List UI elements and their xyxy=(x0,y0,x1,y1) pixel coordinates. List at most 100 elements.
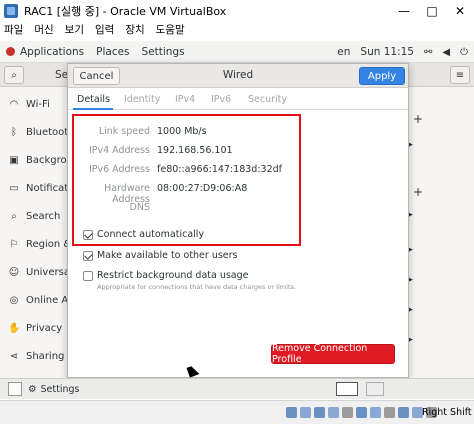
tab-ipv6[interactable]: IPv6 xyxy=(211,94,231,105)
settings-content-right xyxy=(404,88,474,378)
hamburger-icon: ≡ xyxy=(455,69,465,81)
host-menu-bar: 파일 머신 보기 입력 장치 도움말 xyxy=(0,21,474,38)
add-connection-button[interactable]: + xyxy=(413,185,423,199)
sidebar-item-label: Notifications xyxy=(26,182,68,194)
menu-help[interactable]: 도움말 xyxy=(156,22,185,37)
clock[interactable]: Sun 11:15 xyxy=(360,46,414,58)
volume-icon[interactable]: ◀ xyxy=(442,47,450,58)
tab-security[interactable]: Security xyxy=(248,94,287,105)
sidebar-item-universal-access[interactable]: ☺ Universal Access xyxy=(0,258,68,286)
checkbox-checked[interactable] xyxy=(83,230,93,240)
sidebar-item-region-language[interactable]: ⚐ Region & Language xyxy=(0,230,68,258)
detail-label: DNS xyxy=(129,202,150,213)
detail-value: 1000 Mb/s xyxy=(157,126,207,137)
sidebar-item-wifi[interactable]: ◠ Wi-Fi xyxy=(0,90,68,118)
menu-view[interactable]: 보기 xyxy=(65,22,84,37)
workspace-1[interactable] xyxy=(336,382,358,396)
sidebar-item-label: Bluetooth xyxy=(26,126,68,138)
sidebar-item-privacy[interactable]: ✋ Privacy xyxy=(0,314,68,342)
tab-details[interactable]: Details xyxy=(77,94,110,105)
shared-folders-icon[interactable] xyxy=(356,407,367,418)
network-icon[interactable]: ⚯ xyxy=(424,47,432,58)
settings-menu-button[interactable]: ≡ xyxy=(450,66,470,84)
dialog-tabs: Details Identity IPv4 IPv6 Security xyxy=(68,88,408,110)
power-icon[interactable]: ⏻ xyxy=(460,47,468,58)
show-desktop-button[interactable] xyxy=(8,382,22,396)
minimize-button[interactable]: — xyxy=(390,0,418,21)
sidebar-item-background[interactable]: ▣ Background xyxy=(0,146,68,174)
wired-dialog: Cancel Wired Apply Details Identity IPv4… xyxy=(67,63,409,378)
notifications-icon: ▭ xyxy=(9,182,19,194)
restrict-background-data-checkbox[interactable]: Restrict background data usage Appropria… xyxy=(83,270,296,291)
host-key-label: Right Shift xyxy=(422,407,472,418)
sidebar-item-online-accounts[interactable]: ◎ Online Accounts xyxy=(0,286,68,314)
detail-value: fe80::a966:147:183d:32df xyxy=(157,164,282,175)
taskbar-item-settings[interactable]: ⚙ Settings xyxy=(28,382,80,397)
remove-connection-profile-button[interactable]: Remove Connection Profile xyxy=(271,343,395,365)
sidebar-item-notifications[interactable]: ▭ Notifications xyxy=(0,174,68,202)
checkbox-checked[interactable] xyxy=(83,251,93,261)
search-icon: ⌕ xyxy=(11,69,17,81)
detail-label: IPv4 Address xyxy=(88,145,150,156)
display-icon[interactable] xyxy=(370,407,381,418)
workspace-2[interactable] xyxy=(366,382,384,396)
wifi-icon: ◠ xyxy=(9,98,19,110)
universal-access-icon: ☺ xyxy=(8,266,20,278)
optical-drive-icon[interactable] xyxy=(300,407,311,418)
menu-file[interactable]: 파일 xyxy=(4,22,23,37)
region-icon: ⚐ xyxy=(9,238,19,250)
sidebar-item-label: Wi-Fi xyxy=(26,98,50,110)
connect-automatically-checkbox[interactable]: Connect automatically xyxy=(83,229,204,240)
sidebar-item-bluetooth[interactable]: ᛒ Bluetooth xyxy=(0,118,68,146)
sidebar-item-label: Region & Language xyxy=(26,238,68,250)
sidebar-item-search[interactable]: ⌕ Search xyxy=(0,202,68,230)
gnome-bottom-bar: ⚙ Settings xyxy=(0,378,474,399)
sharing-icon: ⋖ xyxy=(9,350,19,362)
gnome-top-bar: Applications Places Settings en Sun 11:1… xyxy=(0,41,474,63)
recording-icon[interactable] xyxy=(384,407,395,418)
online-accounts-icon: ◎ xyxy=(9,294,19,306)
menu-devices[interactable]: 장치 xyxy=(125,22,144,37)
host-title-bar: RAC1 [실행 중] - Oracle VM VirtualBox — □ ✕ xyxy=(0,0,474,21)
status-icons xyxy=(286,407,437,418)
sidebar-item-label: Background xyxy=(26,154,68,166)
detail-label: Link speed xyxy=(98,126,150,137)
tab-identity[interactable]: Identity xyxy=(124,94,160,105)
menu-input[interactable]: 입력 xyxy=(95,22,114,37)
settings-search-button[interactable]: ⌕ xyxy=(4,66,24,84)
cpu-icon[interactable] xyxy=(398,407,409,418)
hard-disk-icon[interactable] xyxy=(286,407,297,418)
available-to-other-users-checkbox[interactable]: Make available to other users xyxy=(83,250,238,261)
privacy-icon: ✋ xyxy=(8,322,21,334)
window-controls: — □ ✕ xyxy=(390,0,474,21)
checkbox-label: Make available to other users xyxy=(97,250,238,261)
settings-menu[interactable]: Settings xyxy=(142,46,185,58)
network-adapter-icon[interactable] xyxy=(328,407,339,418)
detail-label: IPv6 Address xyxy=(88,164,150,175)
checkbox-label: Connect automatically xyxy=(97,229,205,240)
usb-icon[interactable] xyxy=(342,407,353,418)
applications-label: Applications xyxy=(20,45,85,58)
sidebar-item-label: Sharing xyxy=(26,350,65,362)
sidebar-item-sharing[interactable]: ⋖ Sharing xyxy=(0,342,68,370)
apply-button[interactable]: Apply xyxy=(359,67,405,85)
close-button[interactable]: ✕ xyxy=(446,0,474,21)
menu-machine[interactable]: 머신 xyxy=(34,22,53,37)
sidebar-item-label: Online Accounts xyxy=(26,294,68,306)
host-status-bar: Right Shift xyxy=(0,400,474,424)
taskbar-item-label: Settings xyxy=(40,384,80,395)
tab-ipv4[interactable]: IPv4 xyxy=(175,94,195,105)
settings-icon: ⚙ xyxy=(28,384,37,395)
applications-menu[interactable]: Applications xyxy=(6,46,84,58)
add-connection-button[interactable]: + xyxy=(413,112,423,126)
checkbox-unchecked[interactable] xyxy=(83,271,93,281)
background-icon: ▣ xyxy=(9,154,19,166)
dialog-header: Cancel Wired Apply xyxy=(68,64,408,88)
checkbox-hint: Appropriate for connections that have da… xyxy=(97,283,296,291)
places-menu[interactable]: Places xyxy=(96,46,129,58)
maximize-button[interactable]: □ xyxy=(418,0,446,21)
audio-icon[interactable] xyxy=(314,407,325,418)
language-indicator[interactable]: en xyxy=(337,46,350,58)
sidebar-item-label: Privacy xyxy=(26,322,63,334)
detail-value: 192.168.56.101 xyxy=(157,145,233,156)
